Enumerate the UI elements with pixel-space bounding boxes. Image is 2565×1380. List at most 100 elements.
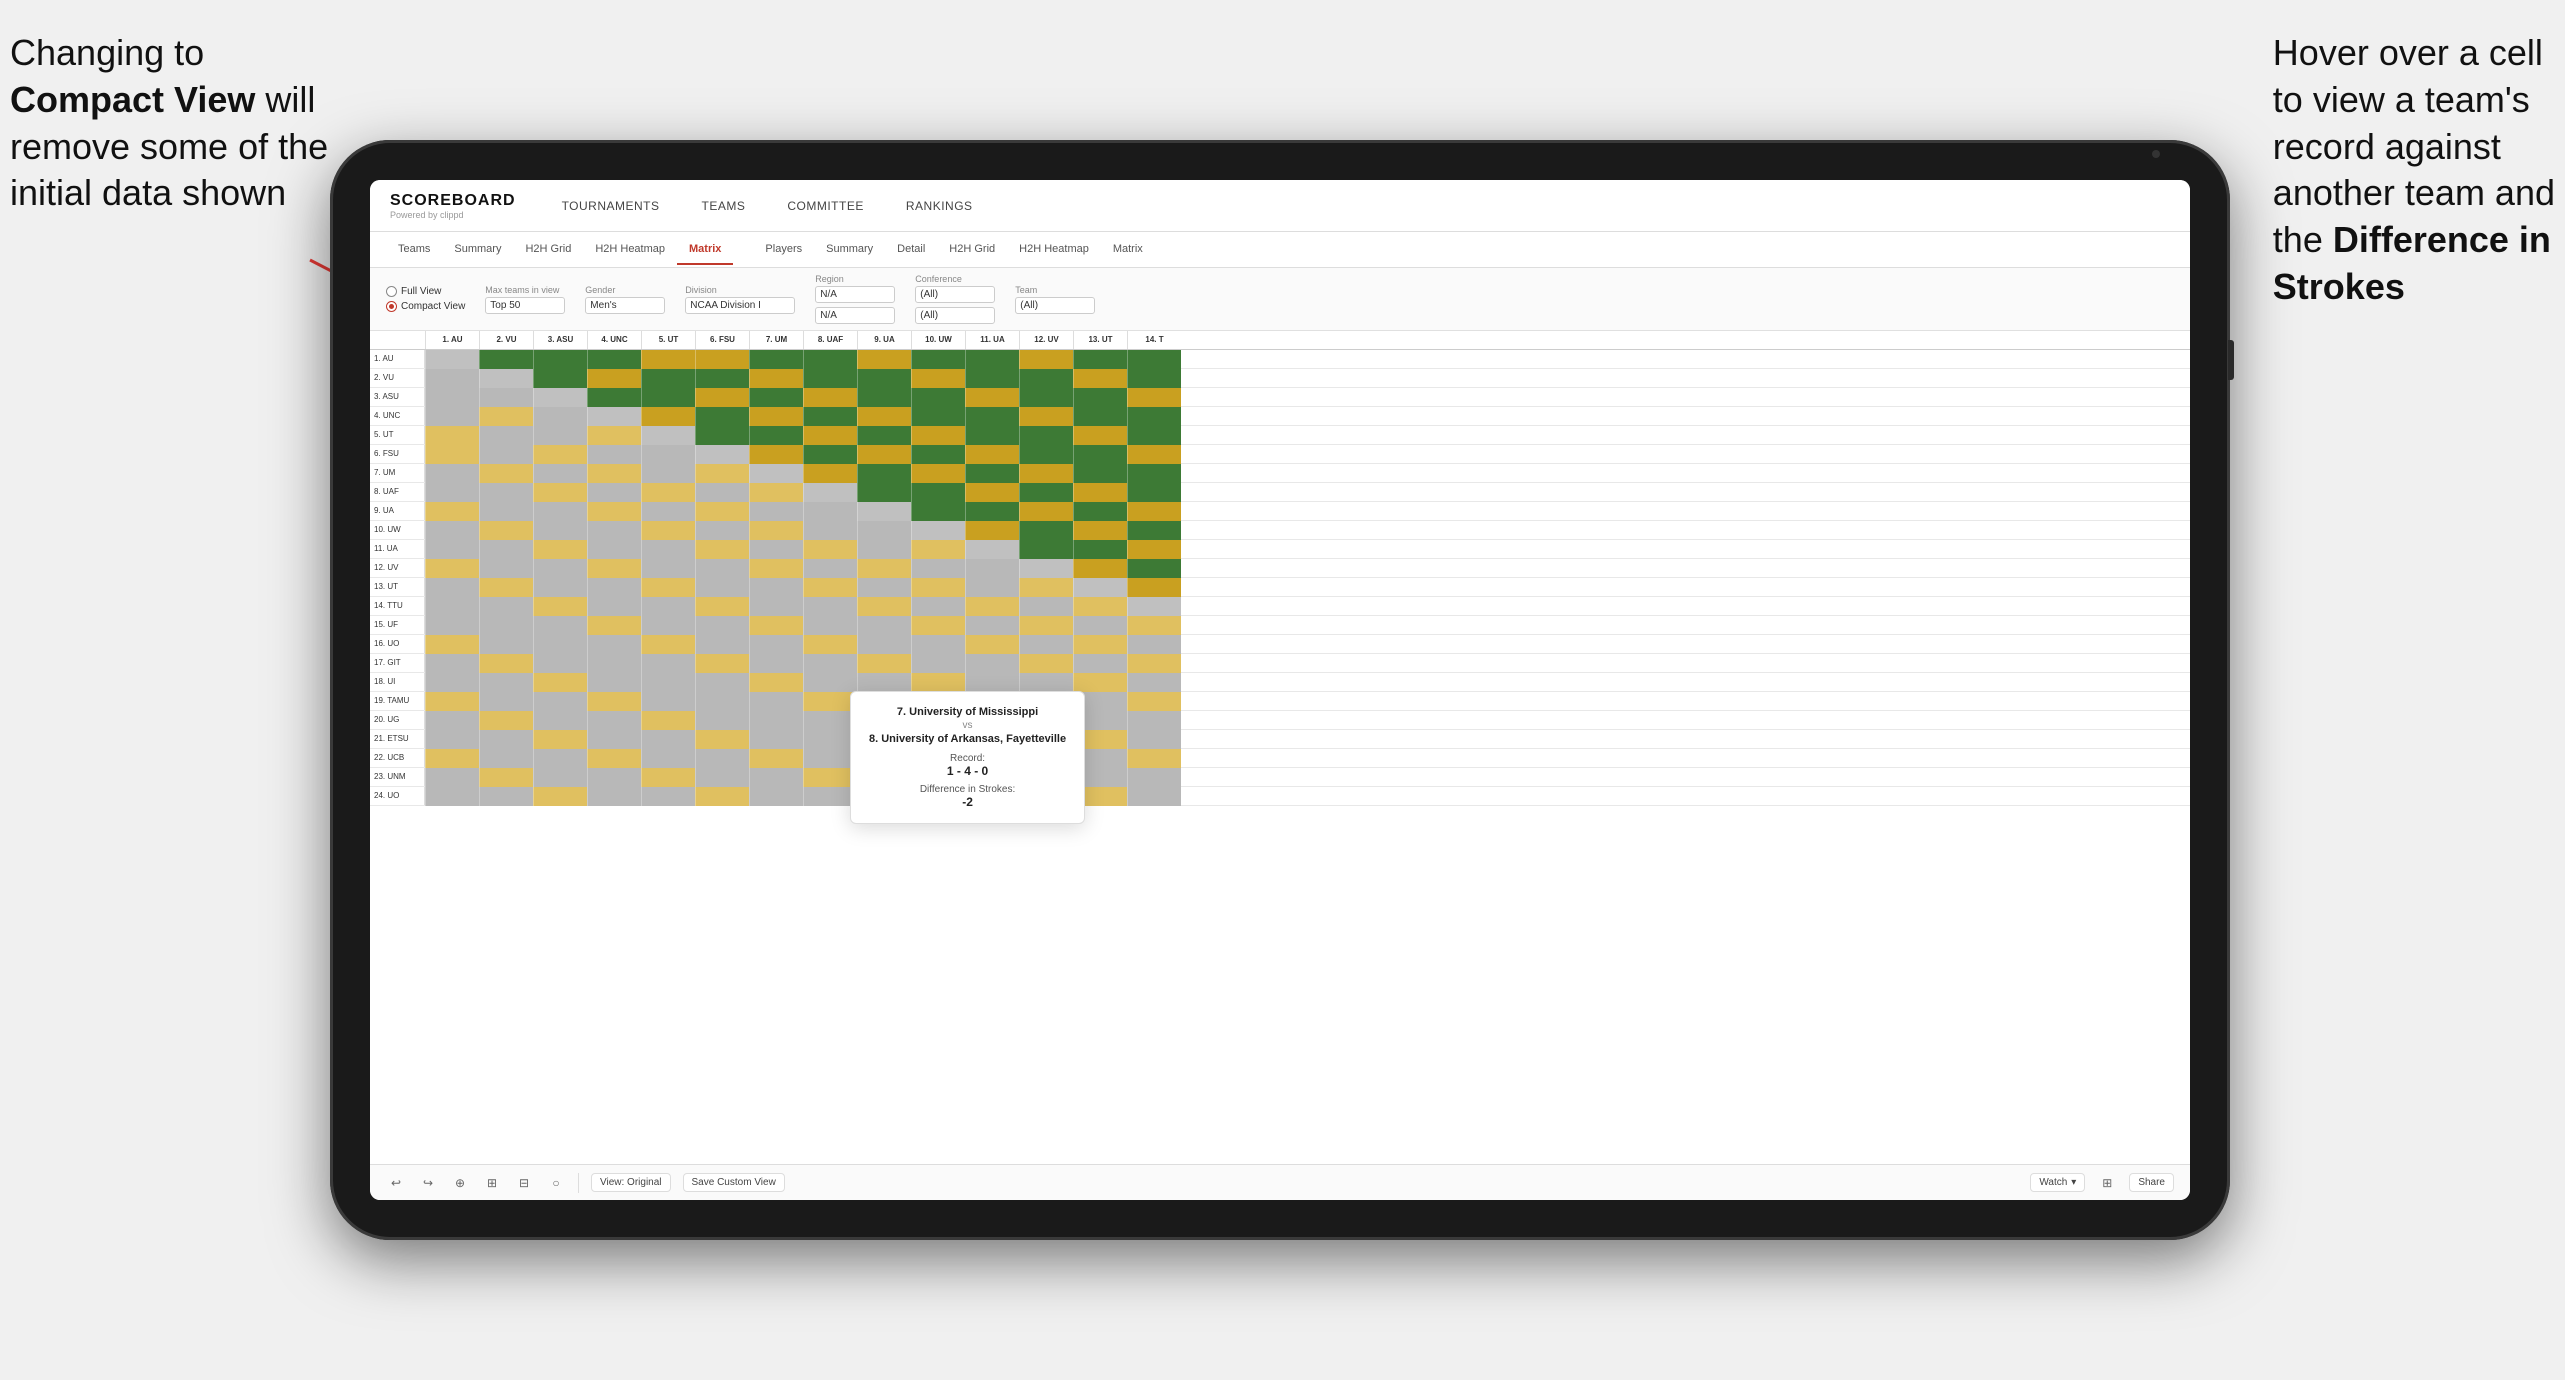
matrix-cell[interactable] [803,654,857,673]
matrix-cell[interactable] [749,578,803,597]
matrix-cell[interactable] [749,654,803,673]
matrix-cell[interactable] [641,426,695,445]
matrix-cell[interactable] [587,464,641,483]
matrix-cell[interactable] [695,730,749,749]
matrix-cell[interactable] [1127,407,1181,426]
matrix-cell[interactable] [641,673,695,692]
matrix-cell[interactable] [479,768,533,787]
matrix-cell[interactable] [695,426,749,445]
matrix-cell[interactable] [857,426,911,445]
matrix-cell[interactable] [1073,559,1127,578]
matrix-cell[interactable] [965,654,1019,673]
matrix-cell[interactable] [695,749,749,768]
matrix-cell[interactable] [587,407,641,426]
matrix-cell[interactable] [533,559,587,578]
matrix-cell[interactable] [533,540,587,559]
matrix-cell[interactable] [695,350,749,369]
matrix-cell[interactable] [641,749,695,768]
region-select[interactable]: N/A [815,286,895,303]
matrix-cell[interactable] [1127,388,1181,407]
matrix-cell[interactable] [749,692,803,711]
matrix-cell[interactable] [911,502,965,521]
matrix-cell[interactable] [425,578,479,597]
tab-players[interactable]: Players [753,235,814,265]
matrix-cell[interactable] [695,673,749,692]
matrix-cell[interactable] [749,407,803,426]
matrix-cell[interactable] [425,730,479,749]
matrix-cell[interactable] [641,616,695,635]
matrix-cell[interactable] [641,521,695,540]
matrix-cell[interactable] [1127,597,1181,616]
matrix-cell[interactable] [857,540,911,559]
matrix-cell[interactable] [533,787,587,806]
nav-rankings[interactable]: RANKINGS [900,195,979,217]
matrix-cell[interactable] [1019,616,1073,635]
matrix-cell[interactable] [1127,445,1181,464]
matrix-cell[interactable] [1127,787,1181,806]
matrix-cell[interactable] [965,559,1019,578]
matrix-cell[interactable] [425,559,479,578]
matrix-cell[interactable] [533,616,587,635]
matrix-cell[interactable] [857,597,911,616]
matrix-cell[interactable] [695,369,749,388]
matrix-cell[interactable] [749,540,803,559]
tool1-icon[interactable]: ⊕ [450,1173,470,1193]
matrix-cell[interactable] [587,616,641,635]
matrix-cell[interactable] [641,407,695,426]
matrix-cell[interactable] [803,521,857,540]
nav-tournaments[interactable]: TOURNAMENTS [556,195,666,217]
matrix-cell[interactable] [1073,350,1127,369]
matrix-cell[interactable] [749,787,803,806]
matrix-cell[interactable] [857,407,911,426]
matrix-cell[interactable] [641,483,695,502]
matrix-cell[interactable] [749,749,803,768]
matrix-cell[interactable] [479,692,533,711]
conference-select2[interactable]: (All) [915,307,995,324]
matrix-cell[interactable] [749,483,803,502]
matrix-cell[interactable] [965,426,1019,445]
matrix-cell[interactable] [479,540,533,559]
matrix-cell[interactable] [1073,369,1127,388]
matrix-cell[interactable] [803,768,857,787]
matrix-cell[interactable] [479,616,533,635]
matrix-cell[interactable] [965,540,1019,559]
matrix-cell[interactable] [911,464,965,483]
matrix-cell[interactable] [965,407,1019,426]
matrix-cell[interactable] [911,616,965,635]
matrix-cell[interactable] [533,597,587,616]
matrix-cell[interactable] [1127,559,1181,578]
matrix-cell[interactable] [533,369,587,388]
matrix-cell[interactable] [479,502,533,521]
matrix-cell[interactable] [1127,483,1181,502]
tab-summary[interactable]: Summary [442,235,513,265]
tab-h2h-heatmap[interactable]: H2H Heatmap [583,235,677,265]
matrix-cell[interactable] [425,749,479,768]
matrix-cell[interactable] [587,502,641,521]
matrix-cell[interactable] [587,559,641,578]
matrix-cell[interactable] [911,597,965,616]
matrix-cell[interactable] [1019,673,1073,692]
matrix-cell[interactable] [695,711,749,730]
matrix-cell[interactable] [749,388,803,407]
tab-players-summary[interactable]: Summary [814,235,885,265]
matrix-cell[interactable] [641,711,695,730]
nav-teams[interactable]: TEAMS [696,195,752,217]
matrix-cell[interactable] [1127,464,1181,483]
matrix-cell[interactable] [803,597,857,616]
matrix-cell[interactable] [911,559,965,578]
matrix-cell[interactable] [1019,578,1073,597]
tool3-icon[interactable]: ⊟ [514,1173,534,1193]
matrix-cell[interactable] [965,578,1019,597]
matrix-cell[interactable] [425,787,479,806]
matrix-cell[interactable] [425,369,479,388]
matrix-cell[interactable] [857,388,911,407]
matrix-cell[interactable] [911,521,965,540]
matrix-cell[interactable] [1127,711,1181,730]
matrix-cell[interactable] [695,787,749,806]
matrix-cell[interactable] [695,464,749,483]
matrix-cell[interactable] [803,445,857,464]
matrix-cell[interactable] [533,426,587,445]
matrix-cell[interactable] [695,407,749,426]
team-select[interactable]: (All) [1015,297,1095,314]
matrix-cell[interactable] [425,616,479,635]
